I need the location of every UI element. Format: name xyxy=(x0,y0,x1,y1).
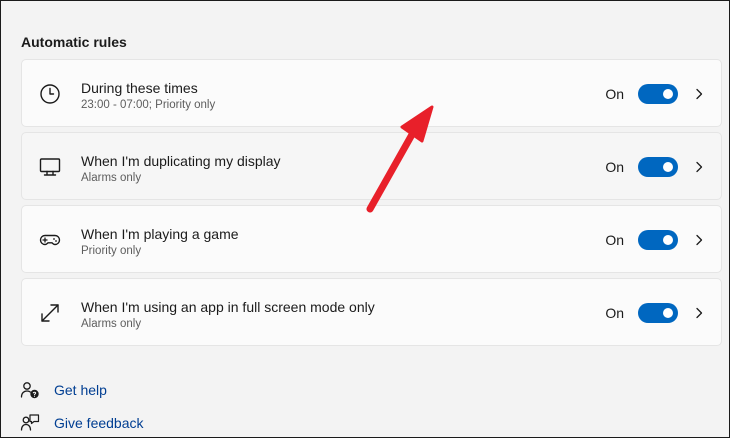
rule-title: When I'm playing a game xyxy=(81,226,239,242)
toggle-state-label: On xyxy=(605,159,624,175)
rule-duplicating-display[interactable]: When I'm duplicating my display Alarms o… xyxy=(21,132,722,200)
rule-subtitle: Alarms only xyxy=(81,318,142,330)
toggle-knob xyxy=(663,89,673,99)
rule-subtitle: 23:00 - 07:00; Priority only xyxy=(81,99,216,111)
settings-window: Automatic rules During these times 23:00… xyxy=(0,0,730,438)
rule-title: When I'm duplicating my display xyxy=(81,153,281,169)
get-help-label: Get help xyxy=(54,382,107,398)
feedback-icon xyxy=(20,414,40,431)
rule-toggle[interactable] xyxy=(638,157,678,177)
rule-toggle[interactable] xyxy=(638,303,678,323)
fullscreen-icon xyxy=(41,304,59,322)
section-title: Automatic rules xyxy=(21,34,127,50)
give-feedback-label: Give feedback xyxy=(54,415,144,431)
toggle-state-label: On xyxy=(605,86,624,102)
rule-playing-game[interactable]: When I'm playing a game Priority only On xyxy=(21,205,722,273)
toggle-knob xyxy=(663,162,673,172)
chevron-right-icon[interactable] xyxy=(694,234,704,246)
rule-title: During these times xyxy=(81,80,198,96)
toggle-knob xyxy=(663,308,673,318)
rule-toggle[interactable] xyxy=(638,84,678,104)
rule-toggle[interactable] xyxy=(638,230,678,250)
rule-full-screen-app[interactable]: When I'm using an app in full screen mod… xyxy=(21,278,722,346)
rule-during-these-times[interactable]: During these times 23:00 - 07:00; Priori… xyxy=(21,59,722,127)
chevron-right-icon[interactable] xyxy=(694,88,704,100)
gamepad-icon xyxy=(39,234,61,246)
toggle-state-label: On xyxy=(605,305,624,321)
rule-subtitle: Alarms only xyxy=(81,172,142,184)
rule-subtitle: Priority only xyxy=(81,245,142,257)
monitor-icon xyxy=(39,158,61,176)
rule-title: When I'm using an app in full screen mod… xyxy=(81,299,375,315)
help-chat-icon xyxy=(20,382,39,399)
chevron-right-icon[interactable] xyxy=(694,161,704,173)
clock-icon xyxy=(40,84,60,104)
toggle-knob xyxy=(663,235,673,245)
toggle-state-label: On xyxy=(605,232,624,248)
chevron-right-icon[interactable] xyxy=(694,307,704,319)
